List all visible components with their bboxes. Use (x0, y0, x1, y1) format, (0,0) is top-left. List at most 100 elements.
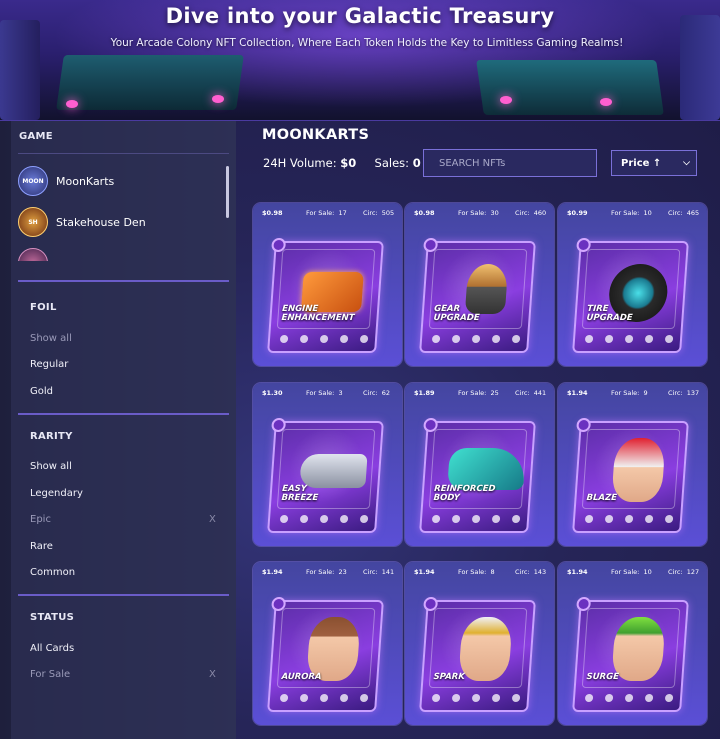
stat-icon (451, 335, 461, 343)
nft-card[interactable]: $0.98 For Sale: 17 Circ: 505 ENGINE ENHA… (253, 203, 402, 366)
stat-icon (491, 694, 501, 702)
stat-icon (359, 335, 369, 343)
card-for-sale: For Sale: 23 (306, 568, 347, 576)
card-name-line2: AURORA (281, 672, 322, 682)
neon-light (500, 96, 512, 104)
chevron-down-icon: ⌵ (683, 158, 690, 168)
card-artwork: AURORA (267, 597, 384, 712)
card-meta: $0.98 For Sale: 17 Circ: 505 (253, 203, 402, 223)
card-name-line2: SURGE (586, 672, 620, 682)
stat-icon (624, 694, 634, 702)
stat-icon (319, 694, 329, 702)
status-heading: STATUS (30, 612, 75, 623)
rarity-option-common[interactable]: Common (30, 567, 75, 578)
status-option-for-sale[interactable]: For Sale (30, 669, 70, 680)
card-meta: $1.94 For Sale: 10 Circ: 127 (558, 562, 707, 582)
banner-title: Dive into your Galactic Treasury (165, 4, 555, 28)
card-name-line2: BODY (433, 493, 461, 503)
card-artwork: SPARK (419, 597, 536, 712)
stat-icon (511, 335, 521, 343)
card-for-sale: For Sale: 9 (611, 389, 648, 397)
nft-card[interactable]: $1.94 For Sale: 23 Circ: 141 AURORA (253, 562, 402, 725)
card-for-sale: For Sale: 3 (306, 389, 343, 397)
card-for-sale: For Sale: 10 (611, 209, 652, 217)
game-heading: GAME (19, 131, 53, 142)
foil-option-show-all[interactable]: Show all (30, 333, 72, 344)
stat-icon (299, 335, 309, 343)
card-circ: Circ: 143 (515, 568, 546, 576)
exhaust-icon (299, 454, 368, 488)
nft-card[interactable]: $1.94 For Sale: 8 Circ: 143 SPARK (405, 562, 554, 725)
stat-icon (604, 515, 614, 523)
collection-stats: 24H Volume: $0 Sales: 0 (263, 156, 421, 170)
circ-value: 141 (381, 568, 395, 576)
volume-value: $0 (340, 156, 357, 170)
for-sale-value: 10 (643, 568, 652, 576)
card-for-sale: For Sale: 17 (306, 209, 347, 217)
circ-value: 465 (686, 209, 700, 217)
stat-icon (624, 335, 634, 343)
rarity-option-epic[interactable]: Epic (30, 514, 51, 525)
rarity-option-legendary[interactable]: Legendary (30, 488, 83, 499)
circ-label: Circ: (515, 209, 530, 217)
stat-icon (279, 515, 289, 523)
card-name-line2: BLAZE (586, 493, 618, 503)
card-price: $1.30 (262, 389, 283, 397)
stat-icon (431, 694, 441, 702)
neon-light (66, 100, 78, 108)
for-sale-label: For Sale: (611, 568, 640, 576)
card-price: $1.94 (262, 568, 283, 576)
nft-card[interactable]: $1.94 For Sale: 10 Circ: 127 SURGE (558, 562, 707, 725)
status-option-all-cards[interactable]: All Cards (30, 643, 74, 654)
game-list-scrollbar[interactable] (226, 166, 229, 218)
card-price: $0.99 (567, 209, 588, 217)
divider (18, 413, 229, 415)
clear-for-sale-button[interactable]: X (209, 669, 216, 680)
racer-cap-icon (611, 617, 666, 681)
circ-value: 505 (381, 209, 395, 217)
stat-icon (279, 694, 289, 702)
game-item-partial[interactable] (18, 243, 226, 261)
card-meta: $1.94 For Sale: 8 Circ: 143 (405, 562, 554, 582)
circ-label: Circ: (363, 209, 378, 217)
stat-icon (359, 694, 369, 702)
rarity-option-show-all[interactable]: Show all (30, 461, 72, 472)
card-price: $0.98 (262, 209, 283, 217)
stat-icon (471, 335, 481, 343)
nft-card[interactable]: $1.30 For Sale: 3 Circ: 62 EASY BREEZE (253, 383, 402, 546)
search-input[interactable] (423, 149, 597, 177)
foil-option-gold[interactable]: Gold (30, 386, 53, 397)
game-item-stakehouse-den[interactable]: SH Stakehouse Den (18, 202, 226, 242)
nft-card[interactable]: $0.98 For Sale: 30 Circ: 460 GEAR UPGRAD… (405, 203, 554, 366)
circ-label: Circ: (363, 568, 378, 576)
card-for-sale: For Sale: 30 (458, 209, 499, 217)
game-list[interactable]: MOON MoonKarts SH Stakehouse Den (18, 159, 232, 261)
circ-value: 460 (533, 209, 547, 217)
for-sale-label: For Sale: (306, 209, 335, 217)
nft-card[interactable]: $1.89 For Sale: 25 Circ: 441 REINFORCED … (405, 383, 554, 546)
for-sale-value: 30 (490, 209, 499, 217)
game-item-moonkarts[interactable]: MOON MoonKarts (18, 161, 226, 201)
sales-value: 0 (412, 156, 421, 170)
stat-icon (664, 694, 674, 702)
nft-card[interactable]: $0.99 For Sale: 10 Circ: 465 TIRE UPGRAD… (558, 203, 707, 366)
rarity-option-rare[interactable]: Rare (30, 541, 53, 552)
circ-label: Circ: (363, 389, 378, 397)
card-stat-icons (279, 515, 369, 525)
stat-icon (511, 515, 521, 523)
card-artwork: BLAZE (572, 418, 689, 533)
foil-option-regular[interactable]: Regular (30, 359, 68, 370)
nft-card[interactable]: $1.94 For Sale: 9 Circ: 137 BLAZE (558, 383, 707, 546)
arcade-machine-decor (476, 60, 664, 115)
for-sale-label: For Sale: (306, 568, 335, 576)
hero-banner: Dive into your Galactic Treasury Your Ar… (0, 0, 720, 121)
sort-select[interactable]: Price ↑ ⌵ (611, 150, 697, 176)
page-title: MOONKARTS (262, 127, 370, 143)
stat-icon (299, 515, 309, 523)
racer-helmet-icon (611, 438, 666, 502)
neon-light (600, 98, 612, 106)
for-sale-label: For Sale: (611, 389, 640, 397)
card-stat-icons (584, 335, 674, 345)
stat-icon (431, 335, 441, 343)
clear-epic-button[interactable]: X (209, 514, 216, 525)
